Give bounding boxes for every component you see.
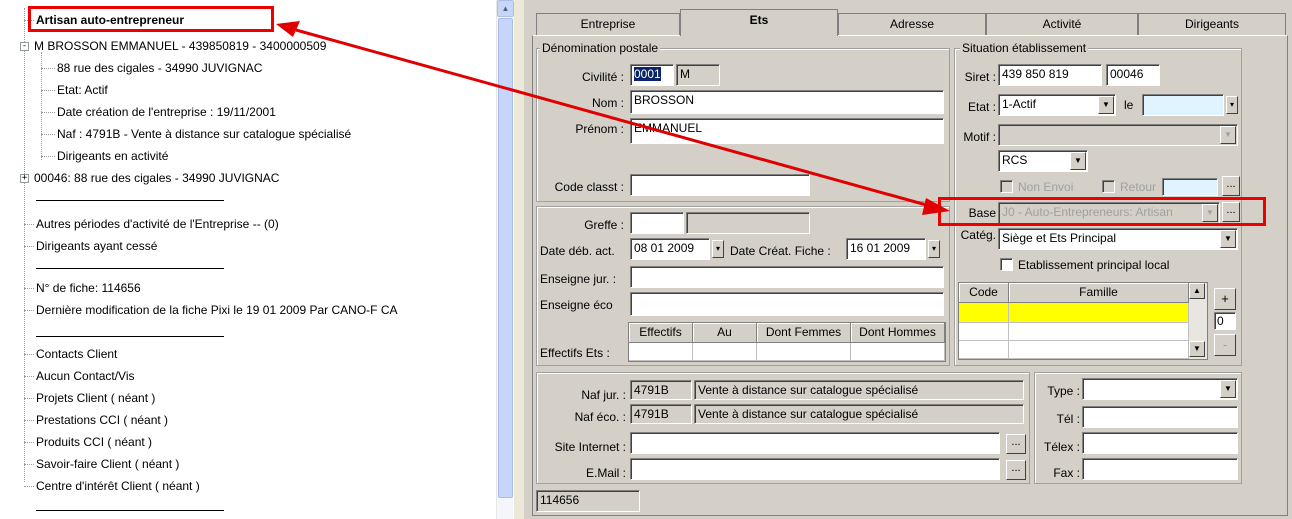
annotation-arrow-icon	[276, 21, 950, 215]
tab-ets[interactable]: Ets	[680, 9, 838, 36]
